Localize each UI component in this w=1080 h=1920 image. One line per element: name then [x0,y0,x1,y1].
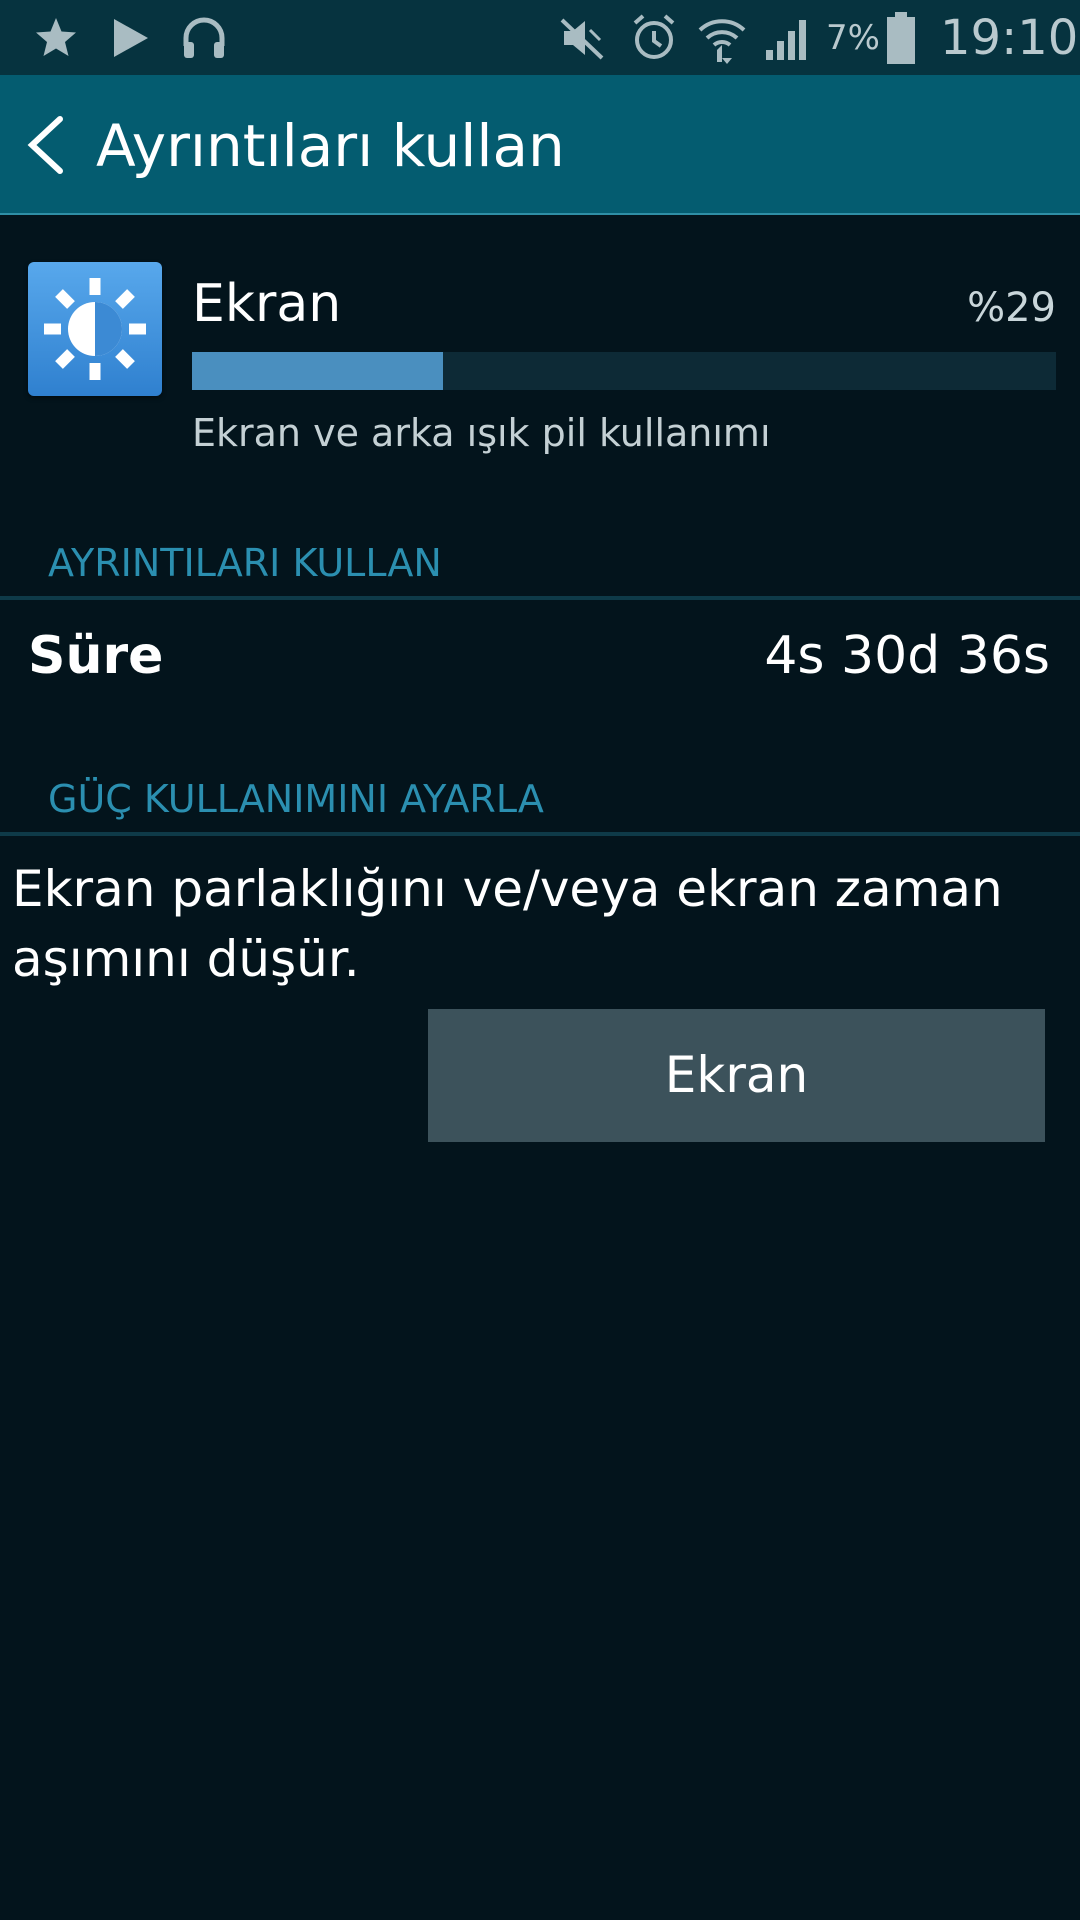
power-adjust-header: GÜÇ KULLANIMINI AYARLA [48,777,544,821]
usage-percent: %29 [967,285,1056,331]
app-icon [28,262,162,396]
chevron-left-icon [27,116,63,174]
app-description: Ekran ve arka ışık pil kullanımı [192,411,771,455]
wifi-icon [698,19,746,64]
section-divider [0,596,1080,600]
section-divider [0,832,1080,836]
app-name: Ekran [192,274,342,334]
star-icon [36,18,76,56]
play-store-icon [114,19,148,57]
alarm-icon [633,14,675,59]
battery-percent: 7% [826,18,880,58]
action-bar: Ayrıntıları kullan [0,75,1080,215]
status-bar: 7% 19:10 [0,0,1080,75]
usage-bar-fill [192,352,443,390]
duration-label: Süre [28,626,164,686]
screen-settings-button[interactable]: Ekran [428,1009,1045,1142]
back-button[interactable] [14,105,84,185]
signal-icon [766,20,806,60]
usage-bar [192,352,1056,390]
duration-value: 4s 30d 36s [764,626,1050,686]
page-title: Ayrıntıları kullan [96,112,565,180]
clock: 19:10 [940,10,1079,66]
power-tip: Ekran parlaklığını ve/veya ekran zaman a… [12,860,1003,988]
mute-icon [560,18,604,60]
usage-details-header: AYRINTILARI KULLAN [48,541,442,585]
brightness-icon [44,278,146,380]
battery-icon [887,12,915,64]
headphones-icon [183,17,225,58]
